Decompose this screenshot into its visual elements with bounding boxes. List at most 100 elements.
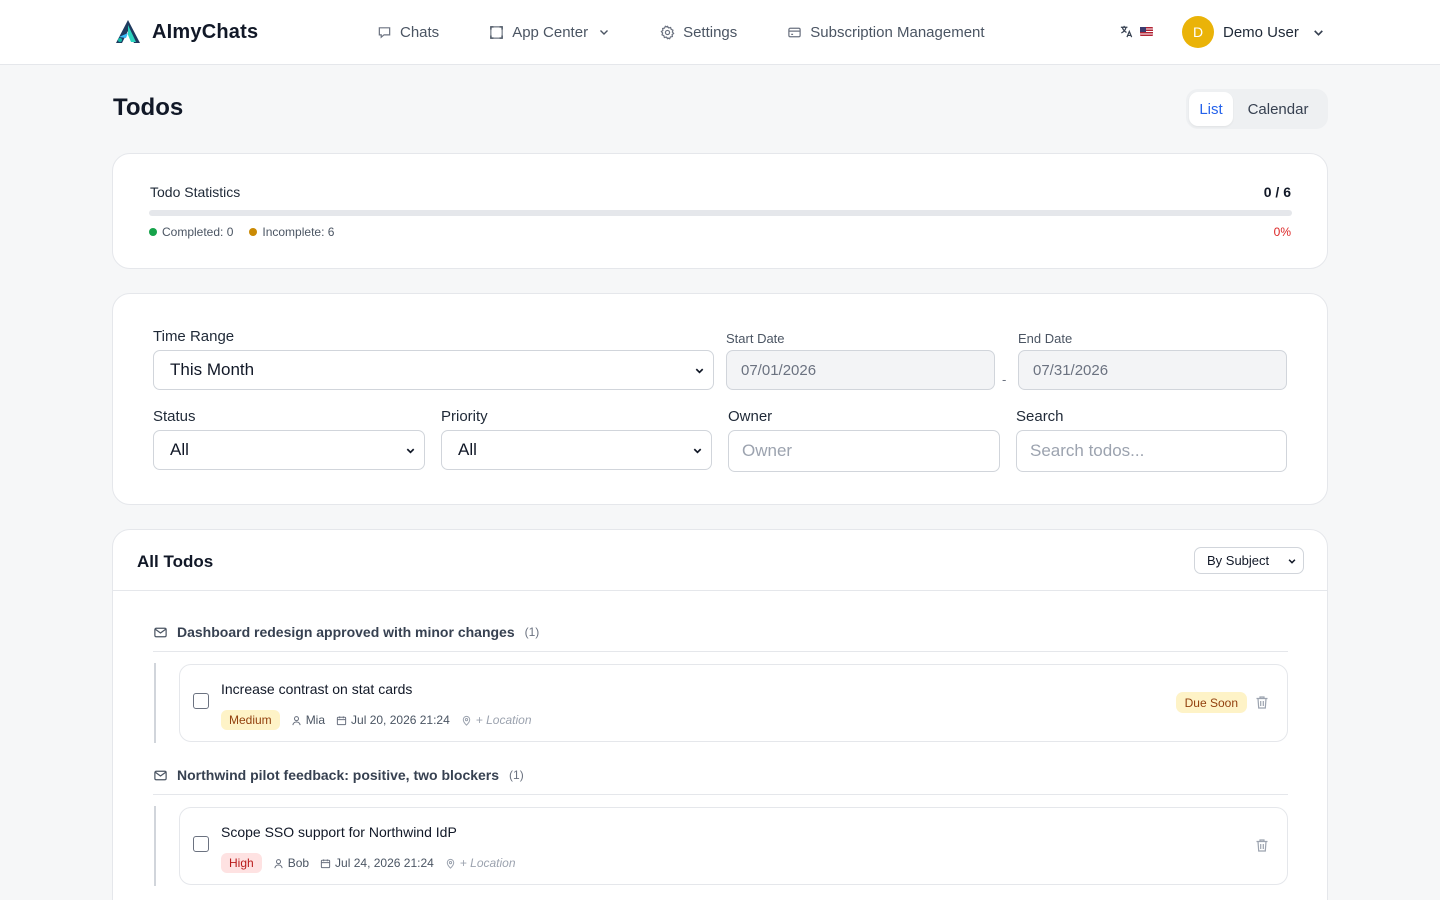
subject-title: Northwind pilot feedback: positive, two …	[177, 767, 500, 783]
stats-count: 0 / 6	[1263, 184, 1291, 200]
brand[interactable]: AImyChats	[114, 18, 258, 46]
date-separator: -	[1002, 372, 1007, 387]
priority-select[interactable]: All	[441, 430, 712, 470]
completed-dot-icon	[149, 228, 157, 236]
todo-item[interactable]: Increase contrast on stat cards Medium M…	[179, 664, 1288, 742]
chevron-down-icon	[406, 448, 415, 454]
owner-input[interactable]: Owner	[728, 430, 1000, 472]
add-location-link[interactable]: + Location	[461, 713, 532, 727]
group-by-value: By Subject	[1207, 553, 1270, 568]
todo-date: Jul 24, 2026 21:24	[320, 856, 434, 870]
time-range-value: This Month	[170, 360, 255, 379]
location-pin-icon	[462, 715, 470, 726]
stats-label: Todo Statistics	[150, 184, 241, 200]
nav-subscription-management[interactable]: Subscription Management	[787, 23, 985, 41]
start-date-field[interactable]: 07/01/2026	[726, 350, 995, 390]
todo-item[interactable]: Scope SSO support for Northwind IdP High…	[179, 807, 1288, 885]
priority-badge: High	[221, 853, 262, 873]
end-date-field[interactable]: 07/31/2026	[1018, 350, 1287, 390]
user-menu[interactable]: D Demo User	[1182, 16, 1325, 48]
location-pin-icon	[446, 858, 455, 869]
chevron-down-icon	[695, 368, 704, 374]
chat-bubble-icon	[378, 26, 391, 38]
avatar: D	[1182, 16, 1214, 48]
owner-name: Bob	[287, 856, 310, 870]
chevron-down-icon	[693, 448, 702, 454]
filters-card: Time Range This Month Start Date 07/01/2…	[112, 293, 1328, 505]
subject-divider	[153, 651, 1288, 652]
completed-legend: Completed: 0	[149, 225, 233, 239]
priority-label: Priority	[441, 408, 488, 425]
page-title: Todos	[113, 94, 184, 121]
incomplete-dot-icon	[249, 228, 258, 236]
trash-icon[interactable]	[1255, 695, 1269, 710]
chevron-down-icon	[1313, 29, 1323, 36]
completion-percent: 0%	[1273, 225, 1291, 239]
person-icon	[292, 715, 301, 725]
view-calendar-button[interactable]: Calendar	[1233, 92, 1323, 126]
incomplete-legend: Incomplete: 6	[249, 225, 334, 239]
time-range-label: Time Range	[153, 328, 235, 345]
nav-subscription-label: Subscription Management	[810, 23, 985, 41]
owner-name: Mia	[305, 713, 326, 727]
divider	[113, 590, 1327, 591]
nav-settings[interactable]: Settings	[660, 24, 737, 41]
nav-settings-label: Settings	[683, 23, 738, 41]
language-switcher[interactable]	[1119, 24, 1153, 39]
todo-title: Increase contrast on stat cards	[221, 681, 413, 697]
person-icon	[274, 858, 283, 868]
due-soon-badge: Due Soon	[1175, 692, 1247, 713]
end-date-label: End Date	[1018, 331, 1073, 346]
owner-label: Owner	[728, 408, 773, 425]
mail-icon	[154, 770, 167, 780]
progress-bar	[149, 210, 1292, 216]
location-label: + Location	[459, 856, 516, 870]
subject-divider	[153, 794, 1288, 795]
todo-checkbox[interactable]	[193, 693, 209, 709]
chevron-down-icon	[1288, 559, 1296, 564]
status-select[interactable]: All	[153, 430, 425, 470]
all-todos-card: All Todos By Subject Dashboard redesign …	[112, 529, 1328, 900]
todo-statistics-card: Todo Statistics 0 / 6 Completed: 0 Incom…	[112, 153, 1328, 269]
todo-date: Jul 20, 2026 21:24	[336, 713, 450, 727]
owner-placeholder: Owner	[742, 441, 793, 460]
thread-indicator	[154, 663, 156, 743]
main-nav: Chats App Center Settings Subscription M…	[377, 0, 1035, 64]
subject-group-header[interactable]: Dashboard redesign approved with minor c…	[153, 624, 539, 640]
incomplete-count: Incomplete: 6	[262, 225, 335, 239]
todo-meta: Medium Mia Jul 20, 2026 21:24 + Location	[221, 710, 532, 730]
us-flag-icon	[1140, 27, 1153, 36]
mail-icon	[154, 627, 167, 637]
thread-indicator	[154, 806, 156, 886]
calendar-icon	[336, 715, 347, 725]
add-location-link[interactable]: + Location	[445, 856, 516, 870]
brand-name: AImyChats	[152, 20, 259, 43]
todo-title: Scope SSO support for Northwind IdP	[221, 824, 457, 840]
todo-owner: Bob	[273, 856, 309, 870]
due-date: Jul 20, 2026 21:24	[351, 713, 450, 727]
chevron-down-icon	[600, 30, 609, 35]
subject-count: (1)	[509, 768, 524, 782]
search-input[interactable]: Search todos...	[1016, 430, 1287, 472]
trash-icon[interactable]	[1255, 838, 1269, 853]
view-list-button[interactable]: List	[1189, 92, 1233, 126]
time-range-select[interactable]: This Month	[153, 350, 714, 390]
start-date-value: 07/01/2026	[741, 361, 817, 379]
brand-logo-icon	[116, 20, 140, 43]
group-by-select[interactable]: By Subject	[1194, 547, 1304, 574]
end-date-value: 07/31/2026	[1033, 361, 1109, 379]
translate-icon	[1120, 25, 1133, 38]
user-name: Demo User	[1223, 23, 1299, 41]
completed-count: Completed: 0	[162, 225, 234, 239]
priority-value: All	[458, 440, 477, 459]
status-value: All	[170, 440, 189, 459]
nav-app-center[interactable]: App Center	[489, 24, 610, 41]
nav-chats[interactable]: Chats	[377, 24, 439, 41]
subject-group-header[interactable]: Northwind pilot feedback: positive, two …	[153, 767, 524, 783]
todo-owner: Mia	[291, 713, 325, 727]
status-label: Status	[153, 408, 196, 425]
gear-icon	[660, 24, 675, 40]
view-toggle: List Calendar	[1186, 89, 1328, 129]
todo-checkbox[interactable]	[193, 836, 209, 852]
app-center-icon	[490, 25, 504, 39]
